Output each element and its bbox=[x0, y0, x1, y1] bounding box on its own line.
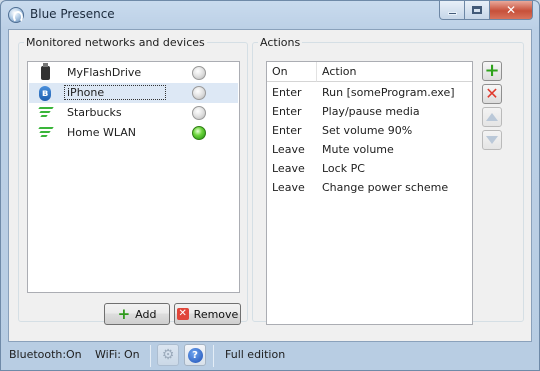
minimize-icon bbox=[447, 11, 457, 15]
remove-button-label: Remove bbox=[193, 307, 239, 321]
action-row[interactable]: Leave Change power scheme bbox=[267, 178, 472, 197]
action-description: Play/pause media bbox=[322, 105, 420, 118]
device-name: MyFlashDrive bbox=[67, 66, 142, 79]
window-title: Blue Presence bbox=[30, 7, 115, 21]
action-row[interactable]: Leave Mute volume bbox=[267, 140, 472, 159]
action-trigger: Enter bbox=[272, 86, 302, 99]
status-separator bbox=[150, 345, 151, 367]
device-list[interactable]: MyFlashDrive ʙ iPhone Starbucks Home WLA… bbox=[27, 61, 240, 293]
client-area: Monitored networks and devices MyFlashDr… bbox=[8, 29, 532, 342]
status-bar: Bluetooth: On WiFi: On ⚙ ? Full edition bbox=[1, 342, 539, 371]
action-trigger: Leave bbox=[272, 162, 305, 175]
gear-icon: ⚙ bbox=[161, 347, 175, 363]
action-description: Run [someProgram.exe] bbox=[322, 86, 455, 99]
action-row[interactable]: Leave Lock PC bbox=[267, 159, 472, 178]
status-separator bbox=[213, 345, 214, 367]
window-controls: ✕ bbox=[439, 1, 533, 21]
device-name: Starbucks bbox=[67, 106, 122, 119]
action-description: Set volume 90% bbox=[322, 124, 413, 137]
remove-icon: ✕ bbox=[176, 308, 189, 320]
add-device-button[interactable]: + Add bbox=[104, 303, 170, 325]
bluetooth-status-label: Bluetooth: bbox=[9, 348, 67, 361]
move-up-icon bbox=[486, 113, 498, 121]
usb-drive-icon bbox=[41, 63, 50, 80]
move-up-button[interactable] bbox=[482, 107, 502, 127]
wifi-icon bbox=[37, 126, 54, 140]
devices-group: Monitored networks and devices MyFlashDr… bbox=[18, 36, 248, 325]
action-trigger: Enter bbox=[272, 105, 302, 118]
remove-device-button[interactable]: ✕ Remove bbox=[174, 303, 241, 325]
action-trigger: Leave bbox=[272, 143, 305, 156]
maximize-icon bbox=[472, 6, 482, 14]
remove-action-icon: ✕ bbox=[485, 84, 499, 103]
action-row[interactable]: Enter Run [someProgram.exe] bbox=[267, 83, 472, 102]
actions-group: Actions On Action Enter Run [someProgram… bbox=[252, 36, 524, 325]
remove-action-button[interactable]: ✕ bbox=[482, 84, 502, 104]
wifi-icon bbox=[37, 106, 54, 120]
action-row[interactable]: Enter Play/pause media bbox=[267, 102, 472, 121]
action-row[interactable]: Enter Set volume 90% bbox=[267, 121, 472, 140]
wifi-status-label: WiFi: bbox=[95, 348, 121, 361]
close-button[interactable]: ✕ bbox=[490, 1, 533, 20]
edition-label: Full edition bbox=[225, 348, 286, 361]
device-name: Home WLAN bbox=[67, 126, 136, 139]
app-icon bbox=[8, 7, 24, 23]
device-row-home-wlan[interactable]: Home WLAN bbox=[29, 123, 238, 143]
help-icon: ? bbox=[187, 347, 203, 363]
column-header-on[interactable]: On bbox=[267, 62, 317, 82]
app-window: Blue Presence ✕ Monitored networks and d… bbox=[0, 0, 540, 371]
add-button-label: Add bbox=[135, 307, 157, 321]
settings-button[interactable]: ⚙ bbox=[157, 344, 179, 366]
bluetooth-status-value: On bbox=[66, 348, 82, 361]
bluetooth-icon: ʙ bbox=[39, 86, 51, 101]
device-row-iphone[interactable]: ʙ iPhone bbox=[29, 83, 238, 103]
device-row-starbucks[interactable]: Starbucks bbox=[29, 103, 238, 123]
action-trigger: Enter bbox=[272, 124, 302, 137]
wifi-status-value: On bbox=[124, 348, 140, 361]
status-indicator-icon bbox=[192, 66, 206, 80]
action-description: Change power scheme bbox=[322, 181, 449, 194]
device-row-myflashdrive[interactable]: MyFlashDrive bbox=[29, 63, 238, 83]
maximize-button[interactable] bbox=[465, 1, 490, 20]
device-name: iPhone bbox=[64, 85, 166, 100]
plus-icon: + bbox=[117, 305, 131, 323]
status-indicator-icon bbox=[192, 86, 206, 100]
move-down-icon bbox=[486, 136, 498, 144]
title-bar[interactable]: Blue Presence ✕ bbox=[1, 1, 539, 29]
status-indicator-icon bbox=[192, 126, 206, 140]
action-description: Lock PC bbox=[322, 162, 365, 175]
help-button[interactable]: ? bbox=[184, 344, 206, 366]
column-header-action[interactable]: Action bbox=[317, 62, 472, 82]
close-icon: ✕ bbox=[505, 3, 517, 17]
action-list[interactable]: On Action Enter Run [someProgram.exe] En… bbox=[266, 61, 473, 325]
action-trigger: Leave bbox=[272, 181, 305, 194]
status-indicator-icon bbox=[192, 106, 206, 120]
add-action-button[interactable]: + bbox=[482, 61, 502, 81]
action-description: Mute volume bbox=[322, 143, 394, 156]
actions-group-title: Actions bbox=[260, 36, 301, 49]
add-action-icon: + bbox=[484, 60, 500, 81]
devices-group-title: Monitored networks and devices bbox=[26, 36, 205, 49]
move-down-button[interactable] bbox=[482, 130, 502, 150]
minimize-button[interactable] bbox=[439, 1, 465, 20]
